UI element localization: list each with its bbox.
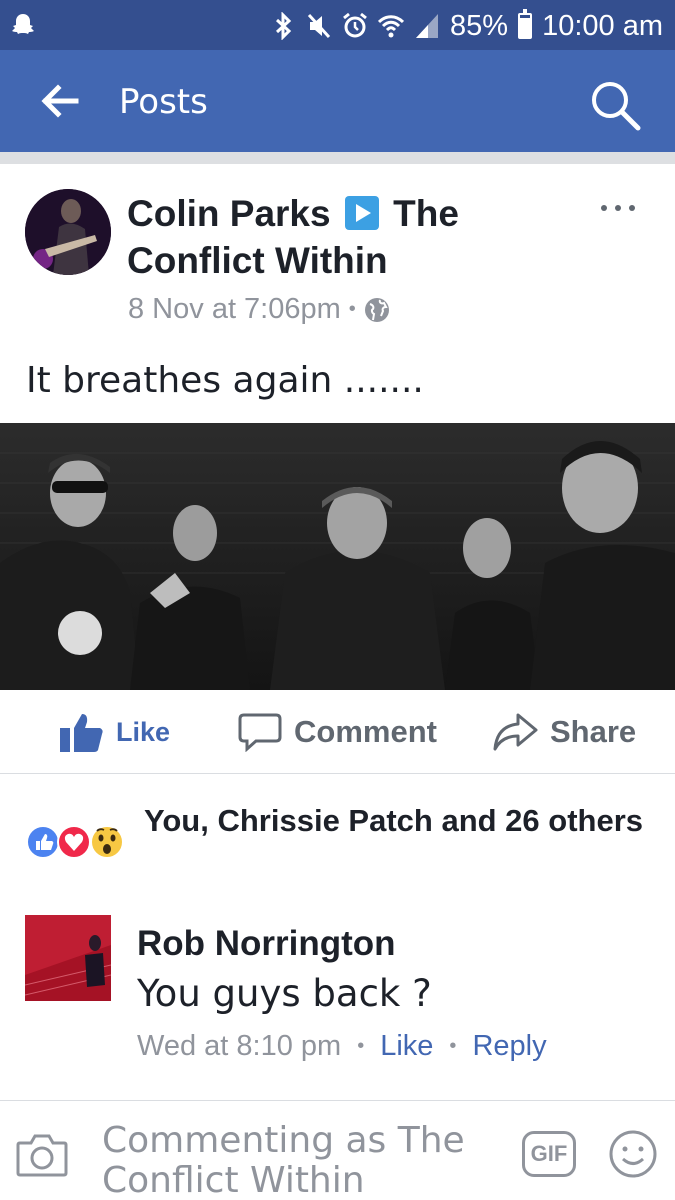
post-actions: Like Comment Share [0, 692, 675, 774]
share-button[interactable]: Share [492, 712, 636, 752]
globe-icon [364, 297, 389, 322]
comment-composer: Commenting as The Conflict Within GIF [0, 1100, 675, 1200]
page-title: Posts [119, 82, 208, 122]
battery-icon [518, 9, 533, 39]
camera-icon[interactable] [16, 1131, 68, 1177]
smiley-icon[interactable] [608, 1129, 658, 1179]
battery-fill [520, 18, 531, 37]
signal-icon [416, 14, 439, 38]
meta-dot: • [357, 1035, 365, 1057]
comment-meta: Wed at 8:10 pm • Like • Reply [137, 1030, 547, 1063]
reactions-text[interactable]: You, Chrissie Patch and 26 others [144, 800, 644, 842]
app-header: Posts [0, 50, 675, 152]
play-arrow-icon [344, 196, 379, 230]
like-reaction-icon [26, 825, 60, 859]
comment-like-link[interactable]: Like [380, 1030, 433, 1063]
gif-button[interactable]: GIF [522, 1131, 576, 1177]
post-author[interactable]: Colin Parks The Conflict Within [127, 190, 547, 284]
love-reaction-icon [57, 825, 91, 859]
meta-separator: • [348, 298, 356, 320]
commenter-avatar[interactable] [25, 915, 111, 1001]
meta-dot: • [449, 1035, 457, 1057]
post-timestamp[interactable]: 8 Nov at 7:06pm [128, 293, 341, 326]
comment-label: Comment [294, 714, 437, 749]
comment-button[interactable]: Comment [238, 712, 437, 752]
snapchat-ghost-icon [12, 14, 34, 34]
arrow-left-icon[interactable] [38, 80, 80, 122]
comment-text: You guys back ? [137, 972, 432, 1015]
clock-time: 10:00 am [542, 9, 663, 42]
status-icons: 85% 10:00 am [270, 6, 663, 46]
header-divider [0, 152, 675, 164]
reaction-icons [26, 825, 124, 859]
comment-input[interactable]: Commenting as The Conflict Within [102, 1121, 502, 1200]
post-meta: 8 Nov at 7:06pm • [128, 293, 390, 326]
mute-icon [307, 13, 331, 39]
author-avatar[interactable] [25, 189, 111, 275]
post-photo[interactable] [0, 423, 675, 690]
like-label: Like [116, 716, 171, 747]
more-horizontal-icon[interactable] [598, 198, 638, 218]
comment-time: Wed at 8:10 pm [137, 1030, 342, 1062]
commenter-name[interactable]: Rob Norrington [137, 924, 396, 964]
author-name[interactable]: Colin Parks [127, 193, 331, 234]
share-label: Share [550, 714, 637, 749]
alarm-icon [343, 12, 367, 38]
reactions-summary[interactable]: You, Chrissie Patch and 26 others [25, 800, 665, 890]
share-arrow-icon [493, 713, 538, 751]
battery-percent: 85% [450, 9, 509, 42]
comment-reply-link[interactable]: Reply [472, 1030, 546, 1063]
like-button[interactable]: Like [60, 712, 170, 752]
wifi-icon [378, 15, 405, 38]
post-text: It breathes again ....... [26, 360, 424, 401]
status-bar: 85% 10:00 am [0, 0, 675, 50]
wow-reaction-icon [90, 825, 124, 859]
speech-bubble-icon [238, 713, 282, 752]
bluetooth-icon [276, 12, 292, 40]
thumbs-up-icon [60, 714, 103, 752]
search-icon[interactable] [586, 76, 644, 134]
